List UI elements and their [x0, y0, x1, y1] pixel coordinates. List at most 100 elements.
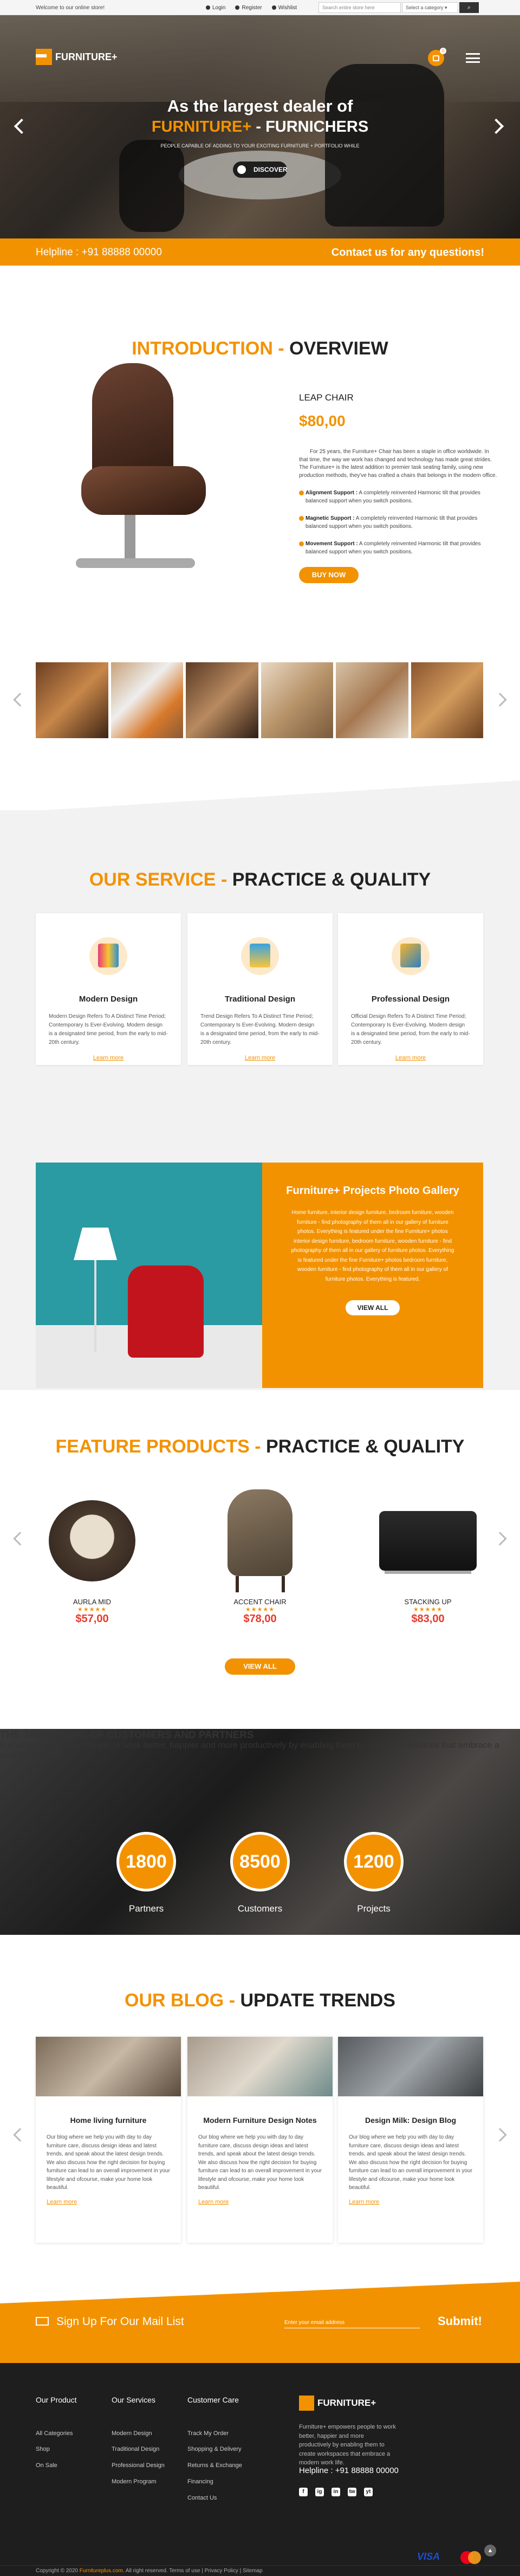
top-bar: Welcome to our online store! Login Regis… — [0, 0, 520, 15]
scroll-to-top-icon[interactable]: ▲ — [484, 2545, 496, 2556]
learn-more-link[interactable]: Learn more — [36, 1055, 181, 1061]
learn-more-link[interactable]: Learn more — [349, 2199, 472, 2205]
wishlist-link[interactable]: Wishlist — [271, 5, 297, 11]
register-label: Register — [242, 5, 262, 11]
section-divider — [0, 780, 520, 813]
blog-image — [338, 2037, 483, 2096]
red-armchair — [128, 1266, 204, 1358]
intro-title: INTRODUCTION - OVERVIEW — [0, 338, 520, 359]
instagram-icon[interactable]: ig — [315, 2488, 324, 2496]
youtube-icon[interactable]: yt — [364, 2488, 373, 2496]
footer-link[interactable]: Shop — [36, 2442, 76, 2458]
hamburger-menu-icon[interactable] — [466, 53, 480, 63]
intro-title-a: INTRODUCTION — [132, 338, 273, 359]
stat-label: Projects — [357, 1903, 391, 1914]
section-divider — [0, 2282, 520, 2303]
service-title-b: PRACTICE & QUALITY — [232, 869, 431, 890]
footer-link[interactable]: Professional Design — [112, 2458, 165, 2474]
welcome-text: Welcome to our online store! — [36, 5, 105, 11]
hero-brand: FURNITURE+ — [151, 118, 252, 135]
learn-more-link[interactable]: Learn more — [198, 2199, 322, 2205]
submit-button[interactable]: Submit! — [438, 2314, 482, 2328]
wishlist-label: Wishlist — [278, 5, 297, 11]
stat-label: Customers — [237, 1903, 283, 1914]
room-thumbnail[interactable] — [36, 662, 108, 738]
product-card[interactable]: STACKING UP ★★★★★ $83,00 — [368, 1484, 487, 1630]
helpline-phone[interactable]: Helpline : +91 88888 00000 — [36, 247, 162, 259]
view-all-products-button[interactable]: VIEW ALL — [225, 1658, 295, 1675]
bullet-icon — [299, 541, 304, 547]
intro-title-b: OVERVIEW — [289, 338, 388, 359]
stat-label: Partners — [128, 1903, 164, 1914]
site-logo[interactable]: FURNITURE+ — [36, 49, 118, 65]
site-link[interactable]: Furnitureplus.com — [80, 2568, 123, 2574]
footer-logo[interactable]: FURNITURE+ — [299, 2396, 376, 2411]
lamp-shade — [74, 1228, 117, 1260]
facebook-icon[interactable]: f — [299, 2488, 308, 2496]
blog-card[interactable]: Modern Furniture Design Notes Our blog w… — [187, 2037, 333, 2243]
logo-text: FURNITURE+ — [55, 51, 118, 62]
newsletter-title: Sign Up For Our Mail List — [36, 2315, 184, 2328]
footer-care-column: Customer Care Track My Order Shopping & … — [187, 2390, 242, 2506]
blog-prev-arrow-icon[interactable] — [13, 2128, 27, 2142]
footer-heading: Our Services — [112, 2396, 155, 2404]
product-price: $78,00 — [243, 1613, 277, 1625]
discover-button[interactable]: DISCOVER — [233, 162, 288, 178]
footer-link[interactable]: Contact Us — [187, 2490, 242, 2507]
room-thumbnails — [36, 662, 483, 738]
chair-leg — [282, 1576, 285, 1592]
blog-post-title: Modern Furniture Design Notes — [203, 2116, 317, 2125]
learn-more-link[interactable]: Learn more — [187, 1055, 333, 1061]
product-card[interactable]: AURLA MID ★★★★★ $57,00 — [32, 1484, 152, 1630]
thumbs-next-arrow-icon[interactable] — [493, 693, 507, 707]
footer-link[interactable]: Track My Order — [187, 2426, 242, 2442]
rating-stars: ★★★★★ — [413, 1606, 443, 1613]
footer-helpline[interactable]: Helpline : +91 88888 00000 — [299, 2466, 399, 2475]
product-card[interactable]: ACCENT CHAIR ★★★★★ $78,00 — [200, 1484, 320, 1630]
footer-link[interactable]: Shopping & Delivery — [187, 2442, 242, 2458]
room-thumbnail[interactable] — [336, 662, 408, 738]
blog-card[interactable]: Design Milk: Design Blog Our blog where … — [338, 2037, 483, 2243]
gallery-image — [36, 1163, 262, 1388]
footer-link[interactable]: On Sale — [36, 2458, 76, 2474]
learn-more-link[interactable]: Learn more — [338, 1055, 483, 1061]
room-thumbnail[interactable] — [110, 662, 183, 738]
footer-link[interactable]: Returns & Exchange — [187, 2458, 242, 2474]
footer-link[interactable]: All Categories — [36, 2426, 76, 2442]
search-button[interactable]: ⌕ — [459, 2, 479, 13]
register-link[interactable]: Register — [235, 5, 262, 11]
room-thumbnail[interactable] — [411, 662, 483, 738]
learn-more-link[interactable]: Learn more — [47, 2199, 170, 2205]
blog-next-arrow-icon[interactable] — [493, 2128, 507, 2142]
linkedin-icon[interactable]: in — [332, 2488, 340, 2496]
buy-now-button[interactable]: BUY NOW — [299, 567, 359, 584]
envelope-icon — [36, 2317, 49, 2326]
product-description: For 25 years, the Furniture+ Chair has b… — [299, 449, 497, 479]
twitter-icon[interactable]: tw — [348, 2488, 356, 2496]
blog-card[interactable]: Home living furniture Our blog where we … — [36, 2037, 181, 2243]
search-input[interactable]: Search entire store here — [318, 2, 401, 13]
stat-value: 1800 — [116, 1832, 176, 1891]
products-prev-arrow-icon[interactable] — [13, 1532, 27, 1546]
footer-link[interactable]: Modern Design — [112, 2426, 165, 2442]
room-thumbnail[interactable] — [261, 662, 333, 738]
thumbs-prev-arrow-icon[interactable] — [13, 693, 27, 707]
footer-link[interactable]: Traditional Design — [112, 2442, 165, 2458]
contact-text[interactable]: Contact us for any questions! — [332, 247, 484, 259]
product-name: AURLA MID — [73, 1598, 112, 1606]
logo-mark-icon — [299, 2396, 314, 2411]
hero-subheading: FURNITURE+ - FURNICHERS — [0, 118, 520, 136]
category-select[interactable]: Select a category ▾ — [402, 2, 458, 13]
service-text: Trend Design Refers To A Distinct Time P… — [200, 1013, 320, 1045]
view-all-button[interactable]: VIEW ALL — [346, 1300, 400, 1315]
footer-link[interactable]: Financing — [187, 2474, 242, 2490]
login-link[interactable]: Login — [206, 5, 225, 11]
cart-button[interactable]: 0 — [428, 48, 446, 66]
cart-count: 0 — [440, 48, 446, 54]
hero-heading: As the largest dealer of — [167, 96, 353, 115]
room-thumbnail[interactable] — [186, 662, 258, 738]
products-next-arrow-icon[interactable] — [493, 1532, 507, 1546]
email-field[interactable]: Enter your email address — [284, 2314, 420, 2328]
footer-link[interactable]: Modern Program — [112, 2474, 165, 2490]
paint-bucket-icon — [250, 944, 270, 967]
